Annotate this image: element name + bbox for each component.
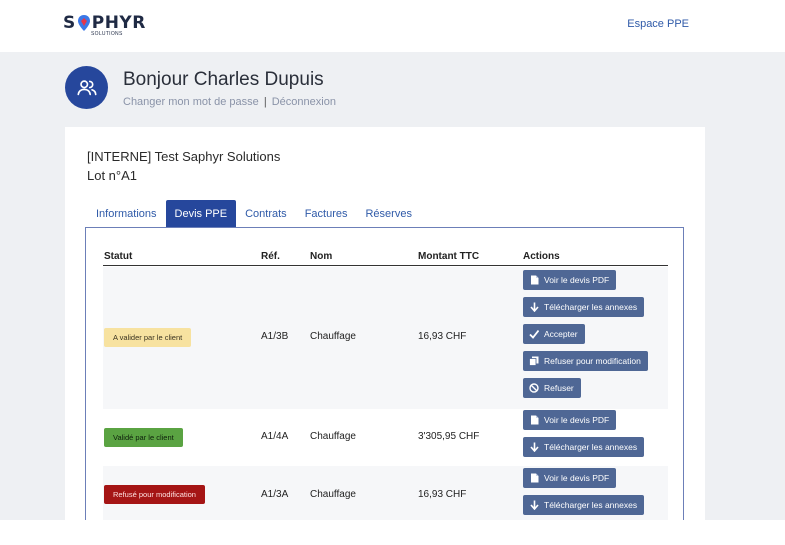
tab-bar: Informations Devis PPE Contrats Factures… (87, 200, 421, 228)
table-row: A valider par le client A1/3B Chauffage … (103, 267, 668, 409)
arrow-down-icon (529, 302, 539, 312)
accept-button[interactable]: Accepter (523, 324, 585, 344)
view-pdf-button[interactable]: Voir le devis PDF (523, 270, 617, 290)
nom-cell: Chauffage (310, 489, 356, 500)
arrow-down-icon (529, 500, 539, 510)
users-icon (65, 66, 108, 109)
row-actions: Voir le devis PDF Télécharger les annexe… (523, 468, 645, 520)
check-icon (529, 329, 539, 339)
header-ref: Réf. (261, 251, 280, 262)
view-pdf-button[interactable]: Voir le devis PDF (523, 468, 617, 488)
file-icon (529, 275, 539, 285)
file-icon (529, 473, 539, 483)
ref-cell: A1/3B (261, 331, 289, 342)
download-annexes-button[interactable]: Télécharger les annexes (523, 297, 645, 317)
status-badge: Validé par le client (104, 428, 183, 447)
arrow-down-icon (529, 442, 539, 452)
page-footer (0, 520, 785, 545)
nom-cell: Chauffage (310, 331, 356, 342)
header-statut: Statut (104, 251, 133, 262)
devis-panel: Statut Réf. Nom Montant TTC Actions A va… (85, 227, 684, 520)
lot-card: [INTERNE] Test Saphyr Solutions Lot n°A1… (65, 127, 705, 520)
refuse-modification-button[interactable]: Refuser pour modification (523, 351, 648, 371)
header-montant: Montant TTC (418, 251, 480, 262)
tab-devis-ppe[interactable]: Devis PPE (165, 200, 237, 228)
ban-icon (529, 383, 539, 393)
logo[interactable]: S PHYR SOLUTIONS (63, 13, 146, 39)
table-row: Refusé pour modification A1/3A Chauffage… (103, 466, 668, 520)
change-password-link[interactable]: Changer mon mot de passe (123, 96, 259, 108)
montant-cell: 16,93 CHF (418, 331, 467, 342)
tab-contrats[interactable]: Contrats (236, 200, 296, 228)
account-links: Changer mon mot de passe | Déconnexion (123, 96, 336, 108)
nom-cell: Chauffage (310, 431, 356, 442)
logout-link[interactable]: Déconnexion (272, 96, 336, 108)
tab-reserves[interactable]: Réserves (356, 200, 420, 228)
refuse-button[interactable]: Refuser (523, 378, 581, 398)
tab-informations[interactable]: Informations (87, 200, 166, 228)
ref-cell: A1/4A (261, 431, 289, 442)
ref-cell: A1/3A (261, 489, 289, 500)
montant-cell: 3'305,95 CHF (418, 431, 480, 442)
logo-wordmark: S PHYR (63, 13, 146, 33)
header-nom: Nom (310, 251, 333, 262)
row-actions: Voir le devis PDF Télécharger les annexe… (523, 410, 645, 464)
nav-espace-ppe[interactable]: Espace PPE (627, 18, 689, 30)
montant-cell: 16,93 CHF (418, 489, 467, 500)
download-annexes-button[interactable]: Télécharger les annexes (523, 495, 645, 515)
download-annexes-button[interactable]: Télécharger les annexes (523, 437, 645, 457)
status-badge: Refusé pour modification (104, 485, 205, 504)
top-bar: S PHYR SOLUTIONS Espace PPE (0, 0, 785, 52)
link-separator: | (263, 96, 267, 108)
lot-title: Lot n°A1 (87, 168, 138, 183)
row-actions: Voir le devis PDF Télécharger les annexe… (523, 270, 648, 405)
file-icon (529, 415, 539, 425)
project-title: [INTERNE] Test Saphyr Solutions (87, 149, 281, 164)
view-pdf-button[interactable]: Voir le devis PDF (523, 410, 617, 430)
table-row: Validé par le client A1/4A Chauffage 3'3… (103, 409, 668, 466)
logo-subtitle: SOLUTIONS (91, 31, 123, 37)
table-header: Statut Réf. Nom Montant TTC Actions (103, 249, 668, 266)
logo-pin-icon (77, 15, 90, 31)
greeting-heading: Bonjour Charles Dupuis (123, 69, 324, 90)
copy-icon (529, 356, 539, 366)
tab-factures[interactable]: Factures (296, 200, 357, 228)
status-badge: A valider par le client (104, 328, 192, 347)
header-actions: Actions (523, 251, 560, 262)
